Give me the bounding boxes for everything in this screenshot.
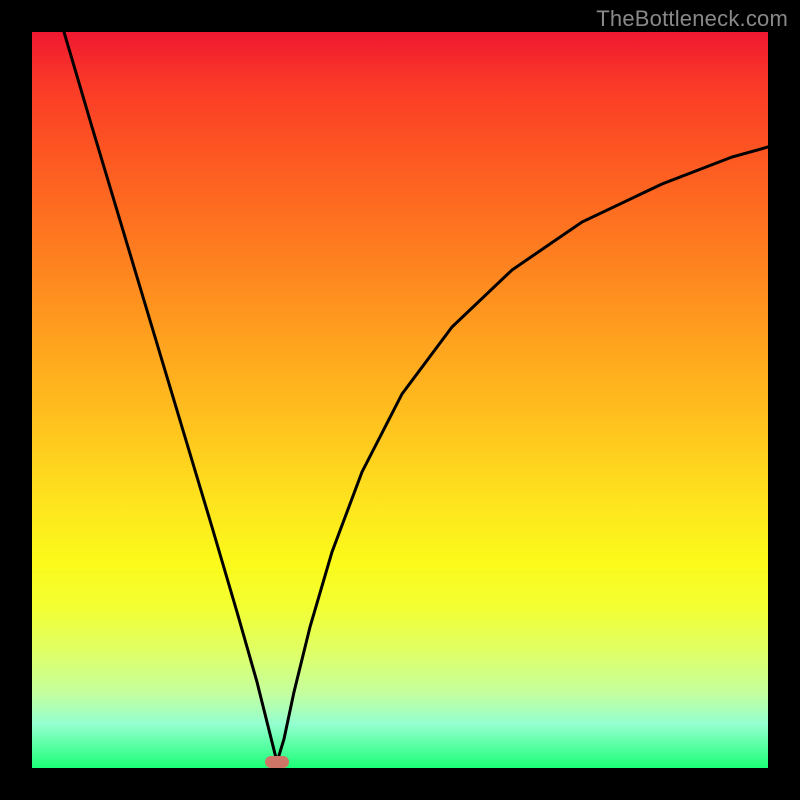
curve-svg (32, 32, 768, 768)
chart-frame: TheBottleneck.com (0, 0, 800, 800)
bottleneck-curve (64, 32, 768, 762)
plot-area (32, 32, 768, 768)
optimum-marker (265, 756, 289, 768)
watermark-text: TheBottleneck.com (596, 6, 788, 32)
